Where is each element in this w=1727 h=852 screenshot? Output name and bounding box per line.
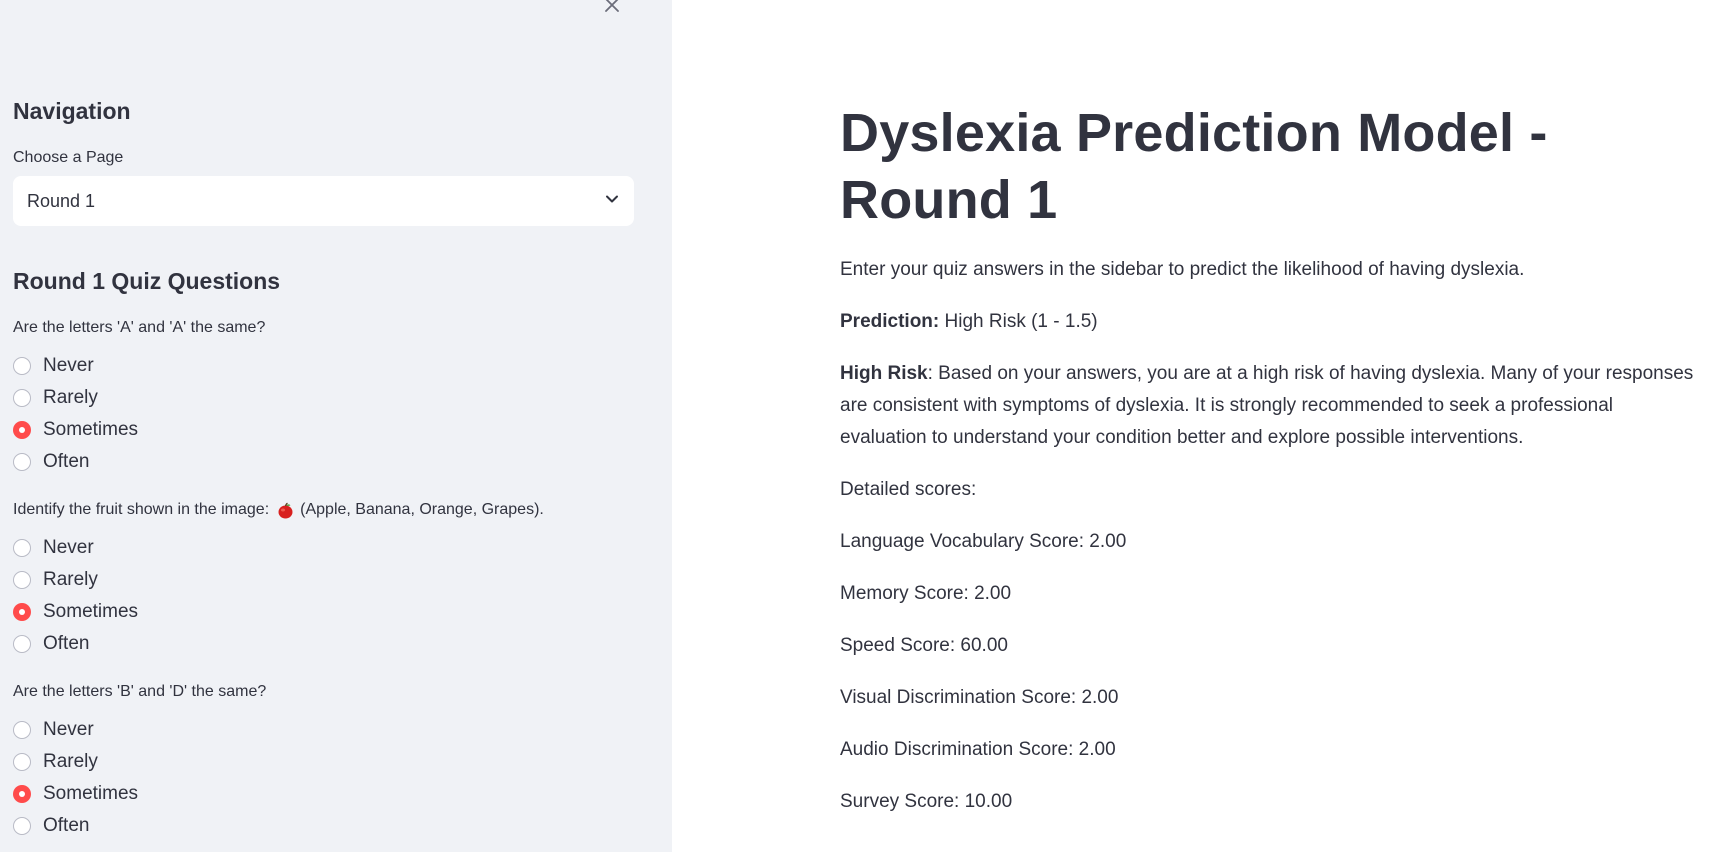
page-title: Dyslexia Prediction Model - Round 1 xyxy=(840,103,1548,230)
page-select-value: Round 1 xyxy=(27,190,96,211)
radio-label: Never xyxy=(43,537,94,558)
close-sidebar-button[interactable] xyxy=(598,0,626,18)
radio-button[interactable] xyxy=(13,389,31,407)
radio-button-selected[interactable] xyxy=(13,603,31,621)
radio-button-selected[interactable] xyxy=(13,785,31,803)
main-inner: Dyslexia Prediction Model - Round 1 Ente… xyxy=(840,100,1700,818)
main-content: Dyslexia Prediction Model - Round 1 Ente… xyxy=(672,0,1727,852)
score-audio-discrimination: Audio Discrimination Score: 2.00 xyxy=(840,739,1116,760)
question-label-text: Identify the fruit shown in the image: xyxy=(13,501,270,518)
radio-option-sometimes[interactable]: Sometimes xyxy=(13,596,635,628)
radio-button[interactable] xyxy=(13,721,31,739)
risk-text: : Based on your answers, you are at a hi… xyxy=(840,363,1694,448)
prediction-value: High Risk (1 - 1.5) xyxy=(944,311,1098,332)
radio-option-sometimes[interactable]: Sometimes xyxy=(13,778,635,810)
radio-button[interactable] xyxy=(13,817,31,835)
question-label: Identify the fruit shown in the image: (… xyxy=(13,500,635,520)
radio-option-never[interactable]: Never xyxy=(13,532,635,564)
question-label-text: (Apple, Banana, Orange, Grapes). xyxy=(300,501,544,518)
radio-option-often[interactable]: Often xyxy=(13,446,635,478)
radio-group: Never Rarely Sometimes Often xyxy=(13,714,635,842)
close-icon xyxy=(604,0,620,18)
radio-label: Sometimes xyxy=(43,601,139,622)
radio-option-sometimes[interactable]: Sometimes xyxy=(13,414,635,446)
question-label: Are the letters 'B' and 'D' the same? xyxy=(13,683,267,700)
radio-option-rarely[interactable]: Rarely xyxy=(13,564,635,596)
radio-button[interactable] xyxy=(13,539,31,557)
prediction-line: Prediction: High Risk (1 - 1.5) xyxy=(840,306,1700,338)
radio-label: Rarely xyxy=(43,387,98,408)
radio-label: Rarely xyxy=(43,569,98,590)
radio-label: Never xyxy=(43,355,94,376)
radio-label: Often xyxy=(43,815,90,836)
question-label: Are the letters 'A' and 'A' the same? xyxy=(13,319,266,336)
navigation-heading: Navigation xyxy=(13,98,131,124)
radio-option-never[interactable]: Never xyxy=(13,350,635,382)
intro-text: Enter your quiz answers in the sidebar t… xyxy=(840,259,1525,280)
radio-label: Sometimes xyxy=(43,783,139,804)
radio-label: Often xyxy=(43,633,90,654)
sidebar-content: Navigation Choose a Page Round 1 Round 1… xyxy=(13,96,635,842)
radio-button[interactable] xyxy=(13,357,31,375)
risk-description: High Risk: Based on your answers, you ar… xyxy=(840,358,1700,454)
radio-option-often[interactable]: Often xyxy=(13,628,635,660)
question-2: Identify the fruit shown in the image: (… xyxy=(13,500,635,660)
score-survey: Survey Score: 10.00 xyxy=(840,791,1013,812)
prediction-label: Prediction: xyxy=(840,311,940,332)
radio-label: Sometimes xyxy=(43,419,139,440)
radio-button[interactable] xyxy=(13,753,31,771)
sidebar: Navigation Choose a Page Round 1 Round 1… xyxy=(0,0,672,852)
radio-option-rarely[interactable]: Rarely xyxy=(13,382,635,414)
radio-label: Rarely xyxy=(43,751,98,772)
choose-page-label: Choose a Page xyxy=(13,149,124,166)
radio-label: Never xyxy=(43,719,94,740)
question-1: Are the letters 'A' and 'A' the same? Ne… xyxy=(13,318,635,478)
radio-group: Never Rarely Sometimes Often xyxy=(13,350,635,478)
page-select[interactable]: Round 1 xyxy=(13,176,634,226)
radio-option-rarely[interactable]: Rarely xyxy=(13,746,635,778)
scores-heading: Detailed scores: xyxy=(840,479,977,500)
app: Navigation Choose a Page Round 1 Round 1… xyxy=(0,0,1727,852)
radio-group: Never Rarely Sometimes Often xyxy=(13,532,635,660)
radio-label: Often xyxy=(43,451,90,472)
score-speed: Speed Score: 60.00 xyxy=(840,635,1008,656)
radio-option-never[interactable]: Never xyxy=(13,714,635,746)
radio-button-selected[interactable] xyxy=(13,421,31,439)
radio-button[interactable] xyxy=(13,571,31,589)
score-visual-discrimination: Visual Discrimination Score: 2.00 xyxy=(840,687,1119,708)
risk-label: High Risk xyxy=(840,363,928,384)
radio-button[interactable] xyxy=(13,635,31,653)
chevron-down-icon xyxy=(604,191,620,212)
score-memory: Memory Score: 2.00 xyxy=(840,583,1012,604)
radio-button[interactable] xyxy=(13,453,31,471)
quiz-heading: Round 1 Quiz Questions xyxy=(13,268,281,294)
apple-icon xyxy=(277,502,294,519)
radio-option-often[interactable]: Often xyxy=(13,810,635,842)
score-language-vocabulary: Language Vocabulary Score: 2.00 xyxy=(840,531,1127,552)
question-3: Are the letters 'B' and 'D' the same? Ne… xyxy=(13,682,635,842)
